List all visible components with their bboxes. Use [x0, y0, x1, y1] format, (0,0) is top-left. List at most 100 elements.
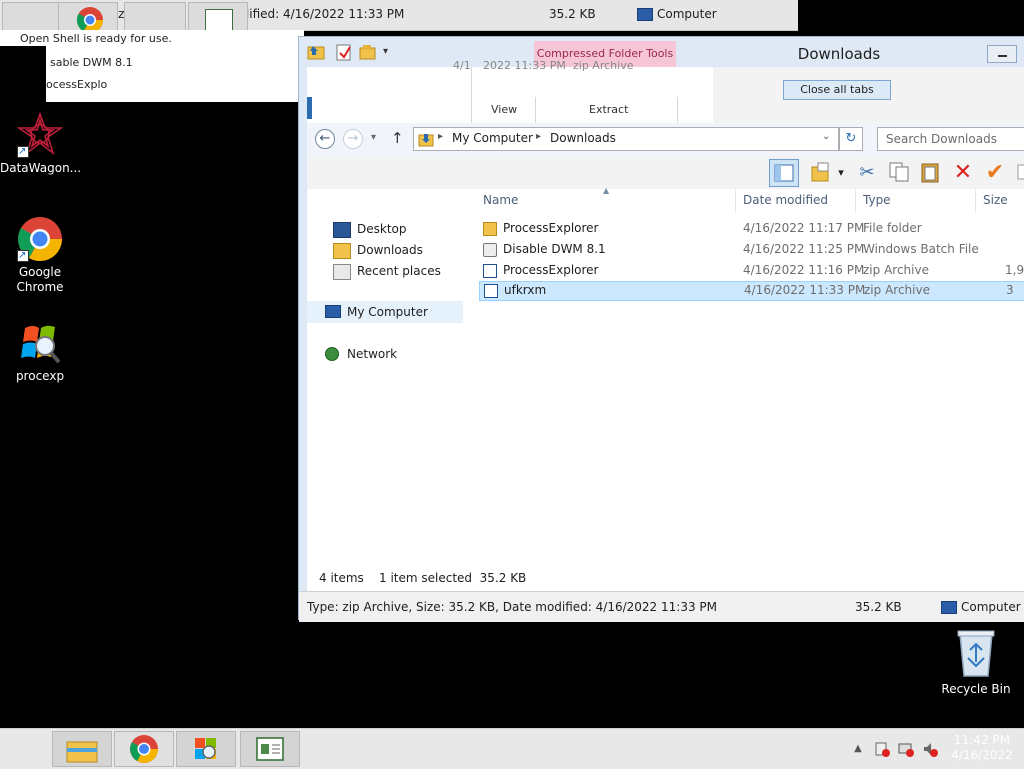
breadcrumb-chevron-icon: ▸ [536, 131, 542, 142]
column-header-size[interactable]: Size [983, 193, 1008, 207]
desktop-icon [333, 221, 351, 238]
item-count: 4 items [319, 571, 364, 585]
folder-icon [483, 222, 497, 236]
breadcrumb-downloads[interactable]: Downloads [550, 131, 616, 145]
column-divider[interactable] [855, 189, 856, 213]
nav-item-desktop[interactable]: Desktop [333, 219, 407, 239]
status-bar: Type: zip Archive, Size: 35.2 KB, Date m… [299, 591, 1024, 622]
file-size: 3 [1006, 283, 1014, 297]
ghost-status-bar: Type: zip Archive Size: 35.2 KB Date mod… [0, 0, 798, 31]
file-list: ▲ Name Date modified Type Size ProcessEx… [463, 186, 1024, 565]
clock-date: 4/16/2022 [951, 748, 1013, 762]
search-input[interactable]: Search Downloads [877, 127, 1024, 151]
more-icon[interactable] [1015, 161, 1024, 185]
column-divider[interactable] [975, 189, 976, 213]
ghost-type-fragment: zip Archive [573, 59, 634, 72]
document-icon [256, 737, 284, 761]
downloads-folder-icon [333, 242, 351, 259]
breadcrumb-my-computer[interactable]: My Computer [452, 131, 533, 145]
properties-icon[interactable] [335, 43, 353, 61]
procexp-icon [195, 738, 216, 759]
volume-muted-icon[interactable] [922, 741, 938, 757]
column-header-date[interactable]: Date modified [743, 193, 828, 207]
downloads-folder-icon [418, 134, 434, 147]
address-dropdown-icon[interactable]: ⌄ [822, 131, 830, 142]
shortcut-arrow-icon [17, 144, 29, 159]
refresh-button[interactable]: ↻ [839, 127, 863, 151]
file-explorer-icon [66, 741, 98, 763]
table-row-selected[interactable]: ufkrxm 4/16/2022 11:33 PM zip Archive 3 [479, 281, 1024, 301]
folder-options-icon[interactable] [809, 161, 833, 185]
sort-arrow-icon: ▲ [603, 186, 610, 195]
nav-item-recent-places[interactable]: Recent places [333, 261, 441, 281]
delete-icon[interactable]: ✕ [951, 161, 975, 185]
ghost-line: ocessExplo [46, 78, 108, 91]
desktop-icon-procexp[interactable]: procexp [0, 320, 80, 384]
close-all-tabs-button[interactable]: Close all tabs [783, 80, 891, 100]
computer-icon [941, 601, 957, 614]
nav-item-label: My Computer [347, 305, 428, 319]
nav-item-label: Downloads [357, 243, 423, 257]
recent-locations-button[interactable]: ▾ [371, 132, 376, 143]
system-clock[interactable]: 11:42 PM 4/16/2022 [944, 733, 1020, 763]
minimize-button[interactable] [987, 45, 1017, 63]
title-bar[interactable]: ▾ Compressed Folder Tools Downloads [299, 37, 1024, 67]
file-name: ProcessExplorer [503, 263, 599, 277]
zip-icon [484, 284, 498, 298]
tray-expand-icon[interactable]: ▲ [850, 741, 866, 757]
selection-summary: 1 item selected 35.2 KB [379, 571, 527, 585]
address-bar[interactable]: ▸ My Computer ▸ Downloads ⌄ [413, 127, 839, 151]
ribbon-file-accent [307, 97, 312, 119]
chrome-icon [130, 735, 158, 763]
desktop-icon-chrome[interactable]: Google Chrome [0, 216, 80, 295]
properties-check-icon[interactable]: ✔ [983, 161, 1007, 185]
nav-item-label: Desktop [357, 222, 407, 236]
file-type: zip Archive [863, 263, 929, 277]
status-size: 35.2 KB [855, 600, 902, 614]
column-header-type[interactable]: Type [863, 193, 891, 207]
desktop-icon-recycle-bin[interactable]: Recycle Bin [936, 628, 1016, 696]
taskbar-button-chrome[interactable] [114, 731, 174, 767]
file-date: 4/16/2022 11:33 PM [744, 283, 866, 297]
taskbar: ▲ 11:42 PM 4/16/2022 [0, 728, 1024, 769]
chevron-down-icon[interactable]: ▾ [835, 161, 847, 185]
taskbar-button-document[interactable] [240, 731, 300, 767]
copy-icon[interactable] [887, 161, 911, 185]
taskbar-button-procexp[interactable] [176, 731, 236, 767]
column-header-name[interactable]: Name [483, 193, 518, 207]
column-divider[interactable] [735, 189, 736, 213]
breadcrumb-chevron-icon: ▸ [438, 131, 444, 142]
cut-icon[interactable]: ✂ [855, 161, 879, 185]
ghost-status-computer: Computer [637, 7, 717, 21]
classic-toolbar: ▾ ✂ ✕ ✔ [307, 157, 1024, 190]
recycle-bin-icon [957, 630, 995, 677]
customize-qat-icon[interactable]: ▾ [383, 46, 393, 58]
up-button[interactable]: ↑ [391, 129, 404, 147]
table-row[interactable]: ProcessExplorer 4/16/2022 11:16 PM zip A… [479, 261, 1024, 281]
new-folder-icon[interactable] [359, 43, 377, 61]
ribbon-tab-view[interactable]: View [491, 103, 517, 116]
ghost-status-size: 35.2 KB [549, 7, 596, 21]
table-row[interactable]: Disable DWM 8.1 4/16/2022 11:25 PM Windo… [479, 240, 1024, 260]
preview-pane-icon[interactable] [769, 159, 799, 187]
desktop-icon-datawagon[interactable]: DataWagon... [0, 111, 81, 176]
procexp-icon [17, 320, 63, 366]
file-name: ufkrxm [504, 283, 547, 297]
ribbon-tab-extract[interactable]: Extract [589, 103, 628, 116]
nav-item-downloads[interactable]: Downloads [333, 240, 423, 260]
ghost-date-fragment: 4/1 [453, 59, 471, 72]
taskbar-button-explorer[interactable] [52, 731, 112, 767]
nav-item-label: Recent places [357, 264, 441, 278]
folder-icon[interactable] [307, 43, 325, 61]
network-status-icon[interactable] [898, 741, 914, 757]
action-center-icon[interactable] [874, 741, 890, 757]
paste-icon[interactable] [919, 161, 943, 185]
desktop-icon-label: Recycle Bin [941, 682, 1011, 696]
back-button[interactable]: ← [315, 129, 335, 149]
nav-item-my-computer[interactable]: My Computer [307, 301, 463, 323]
items-status: 4 items 1 item selected 35.2 KB [307, 565, 1024, 591]
forward-button[interactable]: → [343, 129, 363, 149]
table-row[interactable]: ProcessExplorer 4/16/2022 11:17 PM File … [479, 219, 1024, 239]
shortcut-arrow-icon [17, 248, 29, 263]
nav-item-network[interactable]: Network [307, 343, 463, 365]
